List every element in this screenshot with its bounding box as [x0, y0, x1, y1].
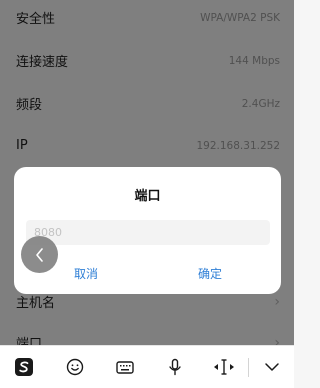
port-dialog: 端口 取消 确定 — [14, 167, 281, 294]
cursor-move-icon[interactable] — [211, 355, 237, 379]
microphone-icon[interactable] — [163, 355, 187, 379]
dialog-title: 端口 — [134, 189, 161, 204]
back-arrow-icon — [35, 247, 43, 262]
cancel-button[interactable]: 取消 — [46, 265, 126, 282]
confirm-button[interactable]: 确定 — [170, 265, 250, 282]
keyboard-icon[interactable] — [113, 355, 137, 379]
sogou-logo-icon[interactable] — [12, 355, 36, 379]
emoji-icon[interactable] — [63, 355, 87, 379]
keyboard-toolbar — [0, 345, 294, 388]
port-input[interactable] — [26, 220, 270, 245]
toolbar-divider — [248, 358, 249, 377]
back-button[interactable] — [21, 236, 58, 273]
collapse-keyboard-icon[interactable] — [260, 355, 284, 379]
